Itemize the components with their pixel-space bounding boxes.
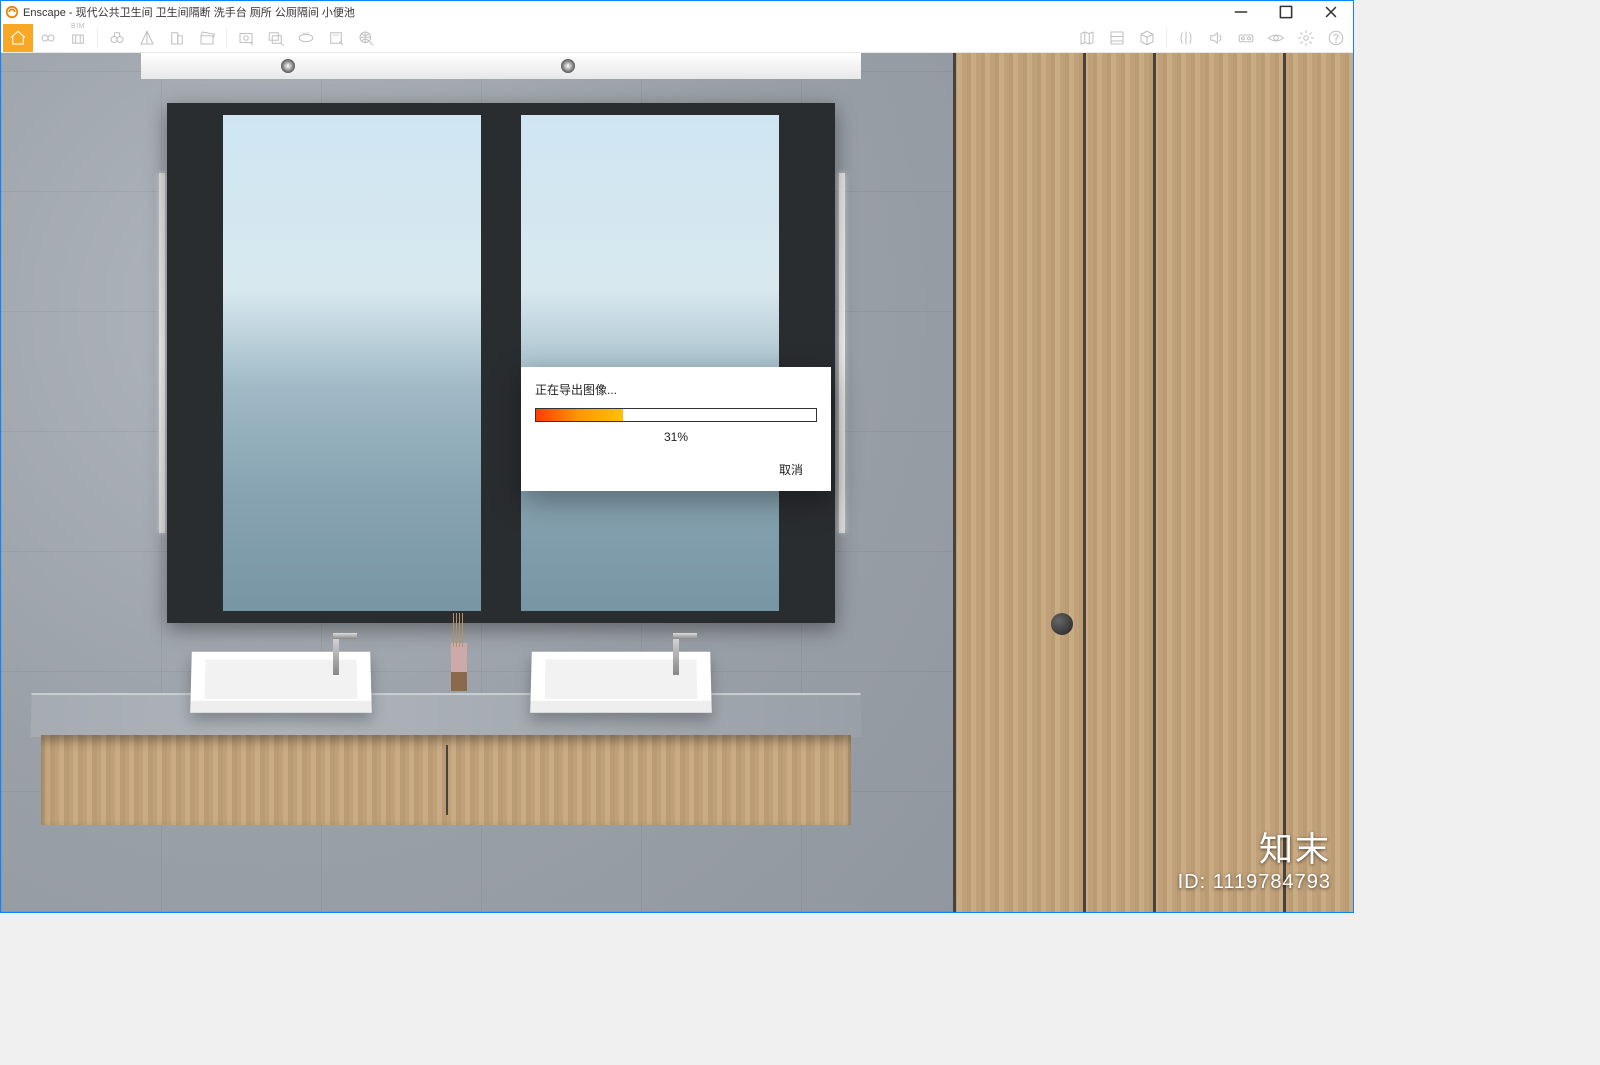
app-window: Enscape - 现代公共卫生间 卫生间隔断 洗手台 厕所 公厕隔间 小便池 … <box>0 0 1354 913</box>
cancel-button[interactable]: 取消 <box>765 458 817 481</box>
cube-icon[interactable] <box>1132 24 1162 52</box>
toolbar-separator <box>97 28 98 48</box>
svg-text:EXE: EXE <box>333 32 339 36</box>
building-icon[interactable] <box>162 24 192 52</box>
maximize-button[interactable] <box>1263 1 1308 23</box>
help-icon[interactable] <box>1321 24 1351 52</box>
toolbar-separator <box>226 28 227 48</box>
progress-bar-fill <box>536 409 623 421</box>
map-icon[interactable] <box>1072 24 1102 52</box>
link-icon[interactable] <box>33 24 63 52</box>
compare-icon[interactable] <box>1171 24 1201 52</box>
home-icon[interactable] <box>3 24 33 52</box>
export-progress-dialog: 正在导出图像... 31% 取消 <box>521 367 831 491</box>
batch-export-icon[interactable] <box>261 24 291 52</box>
vr-icon[interactable] <box>1231 24 1261 52</box>
watermark-id: ID: 1119784793 <box>1178 871 1331 894</box>
asset-library-icon[interactable] <box>1102 24 1132 52</box>
sound-icon[interactable] <box>1201 24 1231 52</box>
bim-icon[interactable]: BIM <box>63 24 93 52</box>
binoculars-icon[interactable] <box>102 24 132 52</box>
titlebar: Enscape - 现代公共卫生间 卫生间隔断 洗手台 厕所 公厕隔间 小便池 <box>1 1 1353 23</box>
panorama-icon[interactable]: 360° <box>291 24 321 52</box>
minimize-button[interactable] <box>1218 1 1263 23</box>
progress-percent-label: 31% <box>535 430 817 444</box>
toolbar: BIM 360° EXE <box>1 23 1353 53</box>
dialog-title: 正在导出图像... <box>535 381 817 398</box>
visibility-icon[interactable] <box>1261 24 1291 52</box>
close-button[interactable] <box>1308 1 1353 23</box>
screenshot-icon[interactable] <box>231 24 261 52</box>
perspective-icon[interactable] <box>132 24 162 52</box>
svg-text:360°: 360° <box>302 32 310 36</box>
enscape-app-icon <box>5 5 19 19</box>
clapper-icon[interactable] <box>192 24 222 52</box>
settings-icon[interactable] <box>1291 24 1321 52</box>
web-export-icon[interactable] <box>351 24 381 52</box>
exe-export-icon[interactable]: EXE <box>321 24 351 52</box>
progress-bar <box>535 408 817 422</box>
watermark-brand: 知末 <box>1178 822 1331 871</box>
watermark: 知末 ID: 1119784793 <box>1178 822 1331 894</box>
window-title: Enscape - 现代公共卫生间 卫生间隔断 洗手台 厕所 公厕隔间 小便池 <box>23 4 355 20</box>
toolbar-separator <box>1166 28 1167 48</box>
